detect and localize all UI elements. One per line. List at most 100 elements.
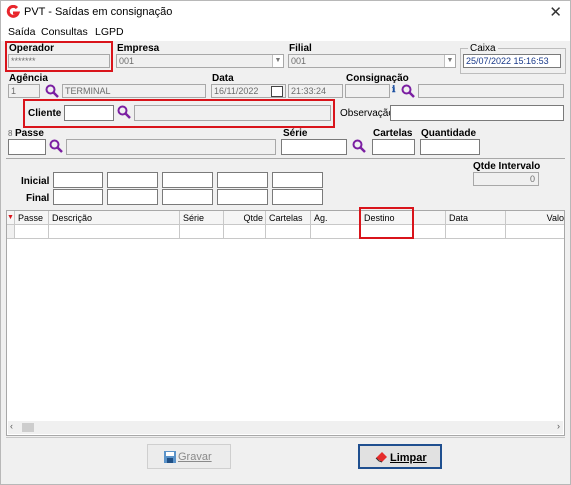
table-cell[interactable] [49, 225, 180, 239]
passe-desc-field [66, 139, 276, 155]
intervalo-inicial-5[interactable] [272, 172, 323, 188]
table-cell[interactable] [311, 225, 361, 239]
qtde-intervalo-label: Qtde Intervalo [473, 161, 541, 172]
col-valor[interactable]: Valo [506, 211, 564, 225]
sort-icon: 8 [8, 129, 13, 138]
agencia-name-field: TERMINAL [62, 84, 206, 98]
intervalo-final-5[interactable] [272, 189, 323, 205]
scroll-right-icon[interactable]: › [557, 421, 560, 431]
filial-value: 001 [291, 56, 307, 66]
cartelas-label: Cartelas [373, 128, 413, 139]
caret-down-icon: ▼ [7, 214, 14, 221]
gravar-button[interactable]: Gravar [147, 444, 231, 469]
window-title: PVT - Saídas em consignação [24, 6, 173, 18]
divider [6, 158, 565, 159]
data-time-field: 21:33:24 [288, 84, 343, 98]
intervalo-inicial-4[interactable] [217, 172, 268, 188]
table-cell[interactable] [266, 225, 311, 239]
filial-select[interactable]: 001 ▼ [288, 54, 456, 68]
limpar-label: Limpar [390, 452, 427, 464]
serie-label: Série [283, 128, 308, 139]
intervalo-final-1[interactable] [53, 189, 103, 205]
divider [6, 437, 565, 438]
cliente-code-input[interactable] [64, 105, 114, 121]
empresa-select[interactable]: 001 ▼ [116, 54, 284, 68]
close-icon[interactable]: ✕ [549, 3, 562, 21]
empresa-label: Empresa [117, 43, 160, 54]
menu-saida[interactable]: Saída [8, 26, 35, 38]
search-icon[interactable] [117, 105, 131, 119]
menu-bar: Saída Consultas LGPD [1, 23, 570, 41]
search-icon[interactable] [352, 139, 366, 153]
qtde-intervalo-field: 0 [473, 172, 539, 186]
col-cartelas[interactable]: Cartelas [266, 211, 311, 225]
final-label: Final [26, 193, 50, 204]
caixa-label: Caixa [468, 43, 498, 54]
intervalo-final-2[interactable] [107, 189, 158, 205]
caixa-field: 25/07/2022 15:16:53 [463, 54, 561, 68]
passe-label: Passe [15, 128, 44, 139]
search-icon[interactable] [49, 139, 63, 153]
row-indicator-header: ▼ [7, 211, 15, 225]
scroll-left-icon[interactable]: ‹ [10, 421, 13, 431]
chevron-down-icon[interactable]: ▼ [272, 55, 283, 67]
consignacao-desc-field [418, 84, 564, 98]
empresa-value: 001 [119, 56, 135, 66]
col-descricao[interactable]: Descrição [49, 211, 180, 225]
app-logo-icon [6, 5, 20, 18]
cliente-label: Cliente [28, 108, 62, 119]
col-passe[interactable]: Passe [15, 211, 49, 225]
table-cell[interactable] [224, 225, 266, 239]
title-bar: PVT - Saídas em consignação ✕ [1, 1, 570, 23]
menu-consultas[interactable]: Consultas [41, 26, 88, 38]
scroll-thumb[interactable] [22, 423, 34, 432]
calendar-icon[interactable] [271, 86, 283, 97]
data-date-field[interactable]: 16/11/2022 [211, 84, 286, 98]
col-data[interactable]: Data [446, 211, 506, 225]
destino-highlight [359, 207, 414, 239]
search-icon[interactable] [401, 84, 415, 98]
horizontal-scrollbar[interactable]: ‹ › [8, 421, 563, 434]
info-icon: ℹ [392, 84, 396, 94]
col-serie[interactable]: Série [180, 211, 224, 225]
table-cell[interactable] [506, 225, 564, 239]
passe-input[interactable] [8, 139, 46, 155]
intervalo-final-4[interactable] [217, 189, 268, 205]
data-date-value: 16/11/2022 [214, 86, 259, 96]
quantidade-input[interactable] [420, 139, 480, 155]
items-table[interactable]: ▼ Passe Descrição Série Qtde Cartelas Ag… [6, 210, 565, 436]
intervalo-final-3[interactable] [162, 189, 213, 205]
observacao-label: Observação [340, 108, 394, 119]
filial-label: Filial [289, 43, 312, 54]
agencia-code-field: 1 [8, 84, 40, 98]
window: PVT - Saídas em consignação ✕ Saída Cons… [0, 0, 571, 485]
intervalo-inicial-2[interactable] [107, 172, 158, 188]
cliente-name-field [134, 105, 331, 121]
intervalo-inicial-1[interactable] [53, 172, 103, 188]
table-cell[interactable] [15, 225, 49, 239]
chevron-down-icon[interactable]: ▼ [444, 55, 455, 67]
operador-label: Operador [9, 43, 55, 54]
col-ag[interactable]: Ag. [311, 211, 361, 225]
table-cell[interactable] [446, 225, 506, 239]
agencia-label: Agência [9, 73, 48, 84]
operador-field: ******* [8, 54, 110, 68]
save-icon [164, 451, 176, 463]
table-cell[interactable] [180, 225, 224, 239]
search-icon[interactable] [45, 84, 59, 98]
menu-lgpd[interactable]: LGPD [95, 26, 124, 38]
observacao-input[interactable] [390, 105, 564, 121]
eraser-icon [375, 452, 387, 463]
limpar-button[interactable]: Limpar [358, 444, 442, 469]
consignacao-field[interactable] [345, 84, 390, 98]
cartelas-input[interactable] [372, 139, 415, 155]
intervalo-inicial-3[interactable] [162, 172, 213, 188]
data-label: Data [212, 73, 234, 84]
inicial-label: Inicial [21, 176, 50, 187]
gravar-label: Gravar [178, 451, 212, 463]
table-row-indicator [7, 225, 15, 239]
quantidade-label: Quantidade [421, 128, 477, 139]
consignacao-label: Consignação [346, 73, 409, 84]
serie-input[interactable] [281, 139, 347, 155]
col-qtde[interactable]: Qtde [224, 211, 266, 225]
